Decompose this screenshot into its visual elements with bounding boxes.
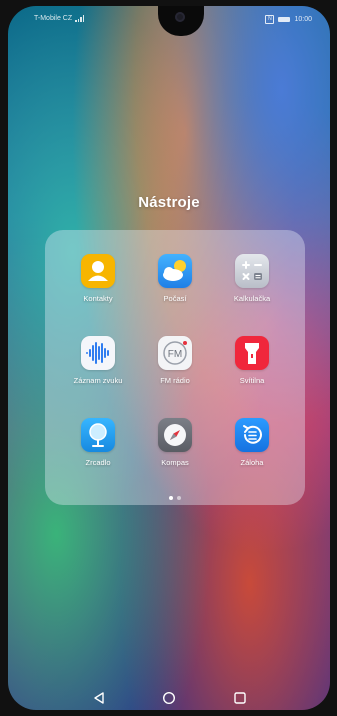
app-pocasi[interactable]: Počasí — [134, 254, 216, 303]
app-label: Kompas — [161, 458, 189, 467]
fm-radio-icon: FM — [158, 336, 192, 370]
app-zaloha[interactable]: Záloha — [211, 418, 293, 467]
backup-icon — [235, 418, 269, 452]
app-kalkulacka[interactable]: Kalkulačka — [211, 254, 293, 303]
app-folder: Kontakty Počasí Kalkulačka Záznam zvuku … — [45, 230, 305, 505]
front-camera-icon — [175, 12, 185, 22]
folder-title[interactable]: Nástroje — [8, 194, 330, 211]
mirror-icon — [81, 418, 115, 452]
app-kontakty[interactable]: Kontakty — [57, 254, 139, 303]
app-label: FM rádio — [160, 376, 190, 385]
app-label: Záznam zvuku — [73, 376, 123, 385]
navigation-bar — [8, 686, 330, 710]
flashlight-icon — [235, 336, 269, 370]
app-zrcadlo[interactable]: Zrcadlo — [57, 418, 139, 467]
page-indicator — [45, 496, 305, 500]
nfc-icon: N — [265, 15, 275, 24]
app-fm-radio[interactable]: FM FM rádio — [134, 336, 216, 385]
app-svitilna[interactable]: Svítilna — [211, 336, 293, 385]
back-triangle-icon[interactable] — [87, 686, 111, 710]
status-right-group: N 10:00 — [265, 15, 312, 24]
app-kompas[interactable]: Kompas — [134, 418, 216, 467]
app-label: Počasí — [163, 294, 187, 303]
app-zaznam-zvuku[interactable]: Záznam zvuku — [57, 336, 139, 385]
battery-icon — [278, 17, 291, 22]
home-circle-icon[interactable] — [157, 686, 181, 710]
calculator-icon — [235, 254, 269, 288]
sound-recorder-icon — [81, 336, 115, 370]
recents-square-icon[interactable] — [228, 686, 252, 710]
phone-screen: T-Mobile CZ N 10:00 Nástroje Kontakty Po… — [0, 0, 337, 716]
page-dot-active[interactable] — [169, 496, 173, 500]
app-label: Záloha — [240, 458, 264, 467]
app-label: Kontakty — [83, 294, 113, 303]
signal-icon — [75, 15, 85, 22]
weather-icon — [158, 254, 192, 288]
status-time: 10:00 — [294, 16, 312, 23]
compass-icon — [158, 418, 192, 452]
svg-text:FM: FM — [168, 349, 182, 360]
home-screen-wallpaper: T-Mobile CZ N 10:00 Nástroje Kontakty Po… — [8, 6, 330, 710]
page-dot[interactable] — [177, 496, 181, 500]
app-label: Zrcadlo — [85, 458, 111, 467]
app-label: Svítilna — [239, 376, 265, 385]
contacts-icon — [81, 254, 115, 288]
carrier-name: T-Mobile CZ — [34, 15, 73, 22]
carrier-group: T-Mobile CZ — [34, 15, 85, 22]
app-label: Kalkulačka — [233, 294, 271, 303]
